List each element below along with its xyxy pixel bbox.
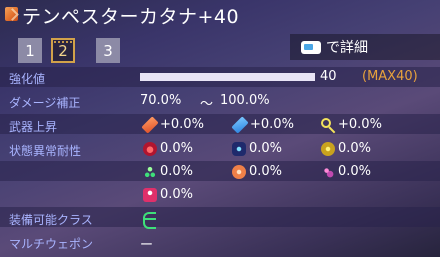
detail-button[interactable]: で詳細 [290,34,440,60]
item-detail-panel: テンペスターカタナ+40 1 2 3 で詳細 強化値 40 (MAX40) ダメ… [0,0,440,257]
damage-max: 100.0% [220,93,270,108]
status-resist-value: 0.0% [160,141,194,156]
enhancement-max: (MAX40) [362,69,418,84]
damage-separator: 〜 [200,97,214,112]
status-resist-value: 0.0% [160,187,194,202]
tab-3[interactable]: 3 [96,38,120,63]
pull-icon [143,188,157,202]
enhancement-value: 40 [320,69,337,84]
item-name: テンペスターカタナ+40 [22,6,240,28]
detail-button-label: で詳細 [326,40,368,56]
status-resist-value: 0.0% [249,164,283,179]
katana-category-icon [5,7,18,21]
weapon-boost-value: +0.0% [250,117,294,132]
status-resist-value: 0.0% [249,141,283,156]
status-resist-value: 0.0% [338,164,372,179]
key-yellow-icon [321,118,331,128]
weapon-boost-value: +0.0% [338,117,382,132]
tab-label: 3 [103,41,113,60]
status-resist-value: 0.0% [160,164,194,179]
tab-2[interactable]: 2 [51,38,75,63]
mirage-icon [321,165,335,179]
damage-min: 70.0% [140,93,182,108]
class-emblem-icon [143,212,156,229]
controller-button-icon [301,41,321,54]
poison-icon [143,142,157,156]
multi-weapon-label: マルチウェポン [9,237,94,251]
status-resist-label: 状態異常耐性 [9,144,82,158]
tab-1[interactable]: 1 [18,38,42,63]
row-bg [0,184,440,204]
damage-correction-label: ダメージ補正 [9,96,81,110]
weapon-boost-value: +0.0% [160,117,204,132]
burn-icon [232,142,246,156]
status-resist-value: 0.0% [338,141,372,156]
title-bar: テンペスターカタナ+40 [0,0,440,30]
weapon-boost-label: 武器上昇 [9,120,58,134]
equip-class-label: 装備可能クラス [9,213,93,227]
panic-icon [232,165,246,179]
tab-label: 1 [25,41,35,60]
shock-icon [321,142,335,156]
enhancement-bar [140,73,315,81]
active-tab-pattern [53,40,73,44]
freeze-icon [143,165,157,179]
row-bg [0,161,440,181]
enhancement-label: 強化値 [9,72,46,86]
enhancement-bar-fill [140,73,315,81]
multi-weapon-value: ー [140,238,154,253]
tab-label: 2 [58,41,68,60]
